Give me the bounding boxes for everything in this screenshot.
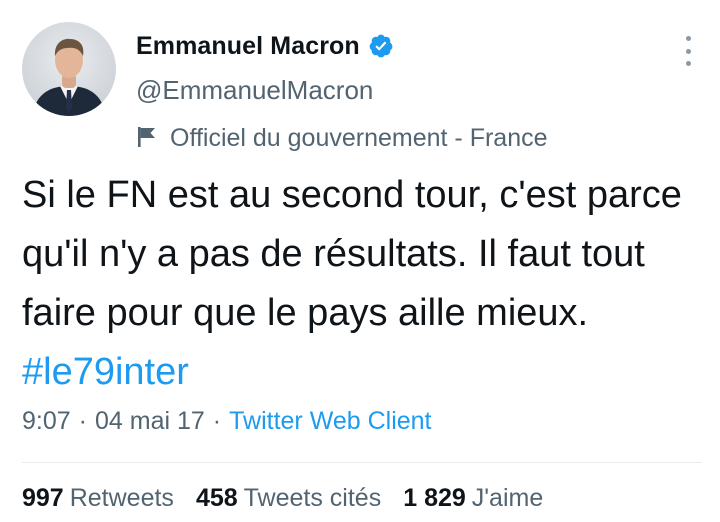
separator: · — [212, 406, 222, 435]
tweet-card: Emmanuel Macron @EmmanuelMacron Officiel… — [0, 0, 720, 522]
retweets-count: 997 — [22, 483, 64, 512]
tweet-text: Si le FN est au second tour, c'est parce… — [22, 166, 702, 402]
tweet-body: Si le FN est au second tour, c'est parce… — [22, 174, 682, 334]
tweet-metadata: 9:07 · 04 mai 17 · Twitter Web Client — [22, 401, 432, 441]
name-row: Emmanuel Macron — [136, 26, 548, 66]
handle[interactable]: @EmmanuelMacron — [136, 72, 548, 108]
separator: · — [78, 406, 87, 435]
retweets-stat[interactable]: 997 Retweets — [22, 484, 174, 513]
likes-count: 1 829 — [403, 483, 466, 512]
verified-badge-icon — [368, 33, 394, 59]
government-label: Officiel du gouvernement - France — [136, 120, 548, 156]
hashtag-link[interactable]: #le79inter — [22, 351, 189, 393]
tweet-header: Emmanuel Macron @EmmanuelMacron Officiel… — [136, 26, 548, 156]
government-label-text: Officiel du gouvernement - France — [170, 123, 548, 152]
likes-stat[interactable]: 1 829 J'aime — [403, 484, 543, 513]
more-options-icon[interactable] — [684, 36, 692, 66]
tweet-stats: 997 Retweets 458 Tweets cités 1 829 J'aime — [22, 478, 565, 518]
divider — [22, 462, 702, 463]
profile-photo — [22, 22, 116, 116]
tweet-date[interactable]: 04 mai 17 — [95, 407, 205, 436]
quotes-count: 458 — [195, 483, 238, 512]
avatar[interactable] — [22, 22, 116, 116]
flag-icon — [136, 125, 160, 151]
display-name[interactable]: Emmanuel Macron — [136, 32, 360, 61]
retweets-label: Retweets — [69, 483, 174, 512]
likes-label: J'aime — [471, 483, 544, 512]
quotes-label: Tweets cités — [243, 483, 382, 512]
tweet-client-link[interactable]: Twitter Web Client — [229, 407, 431, 436]
quotes-stat[interactable]: 458 Tweets cités — [196, 484, 381, 513]
tweet-time[interactable]: 9:07 — [22, 407, 71, 436]
